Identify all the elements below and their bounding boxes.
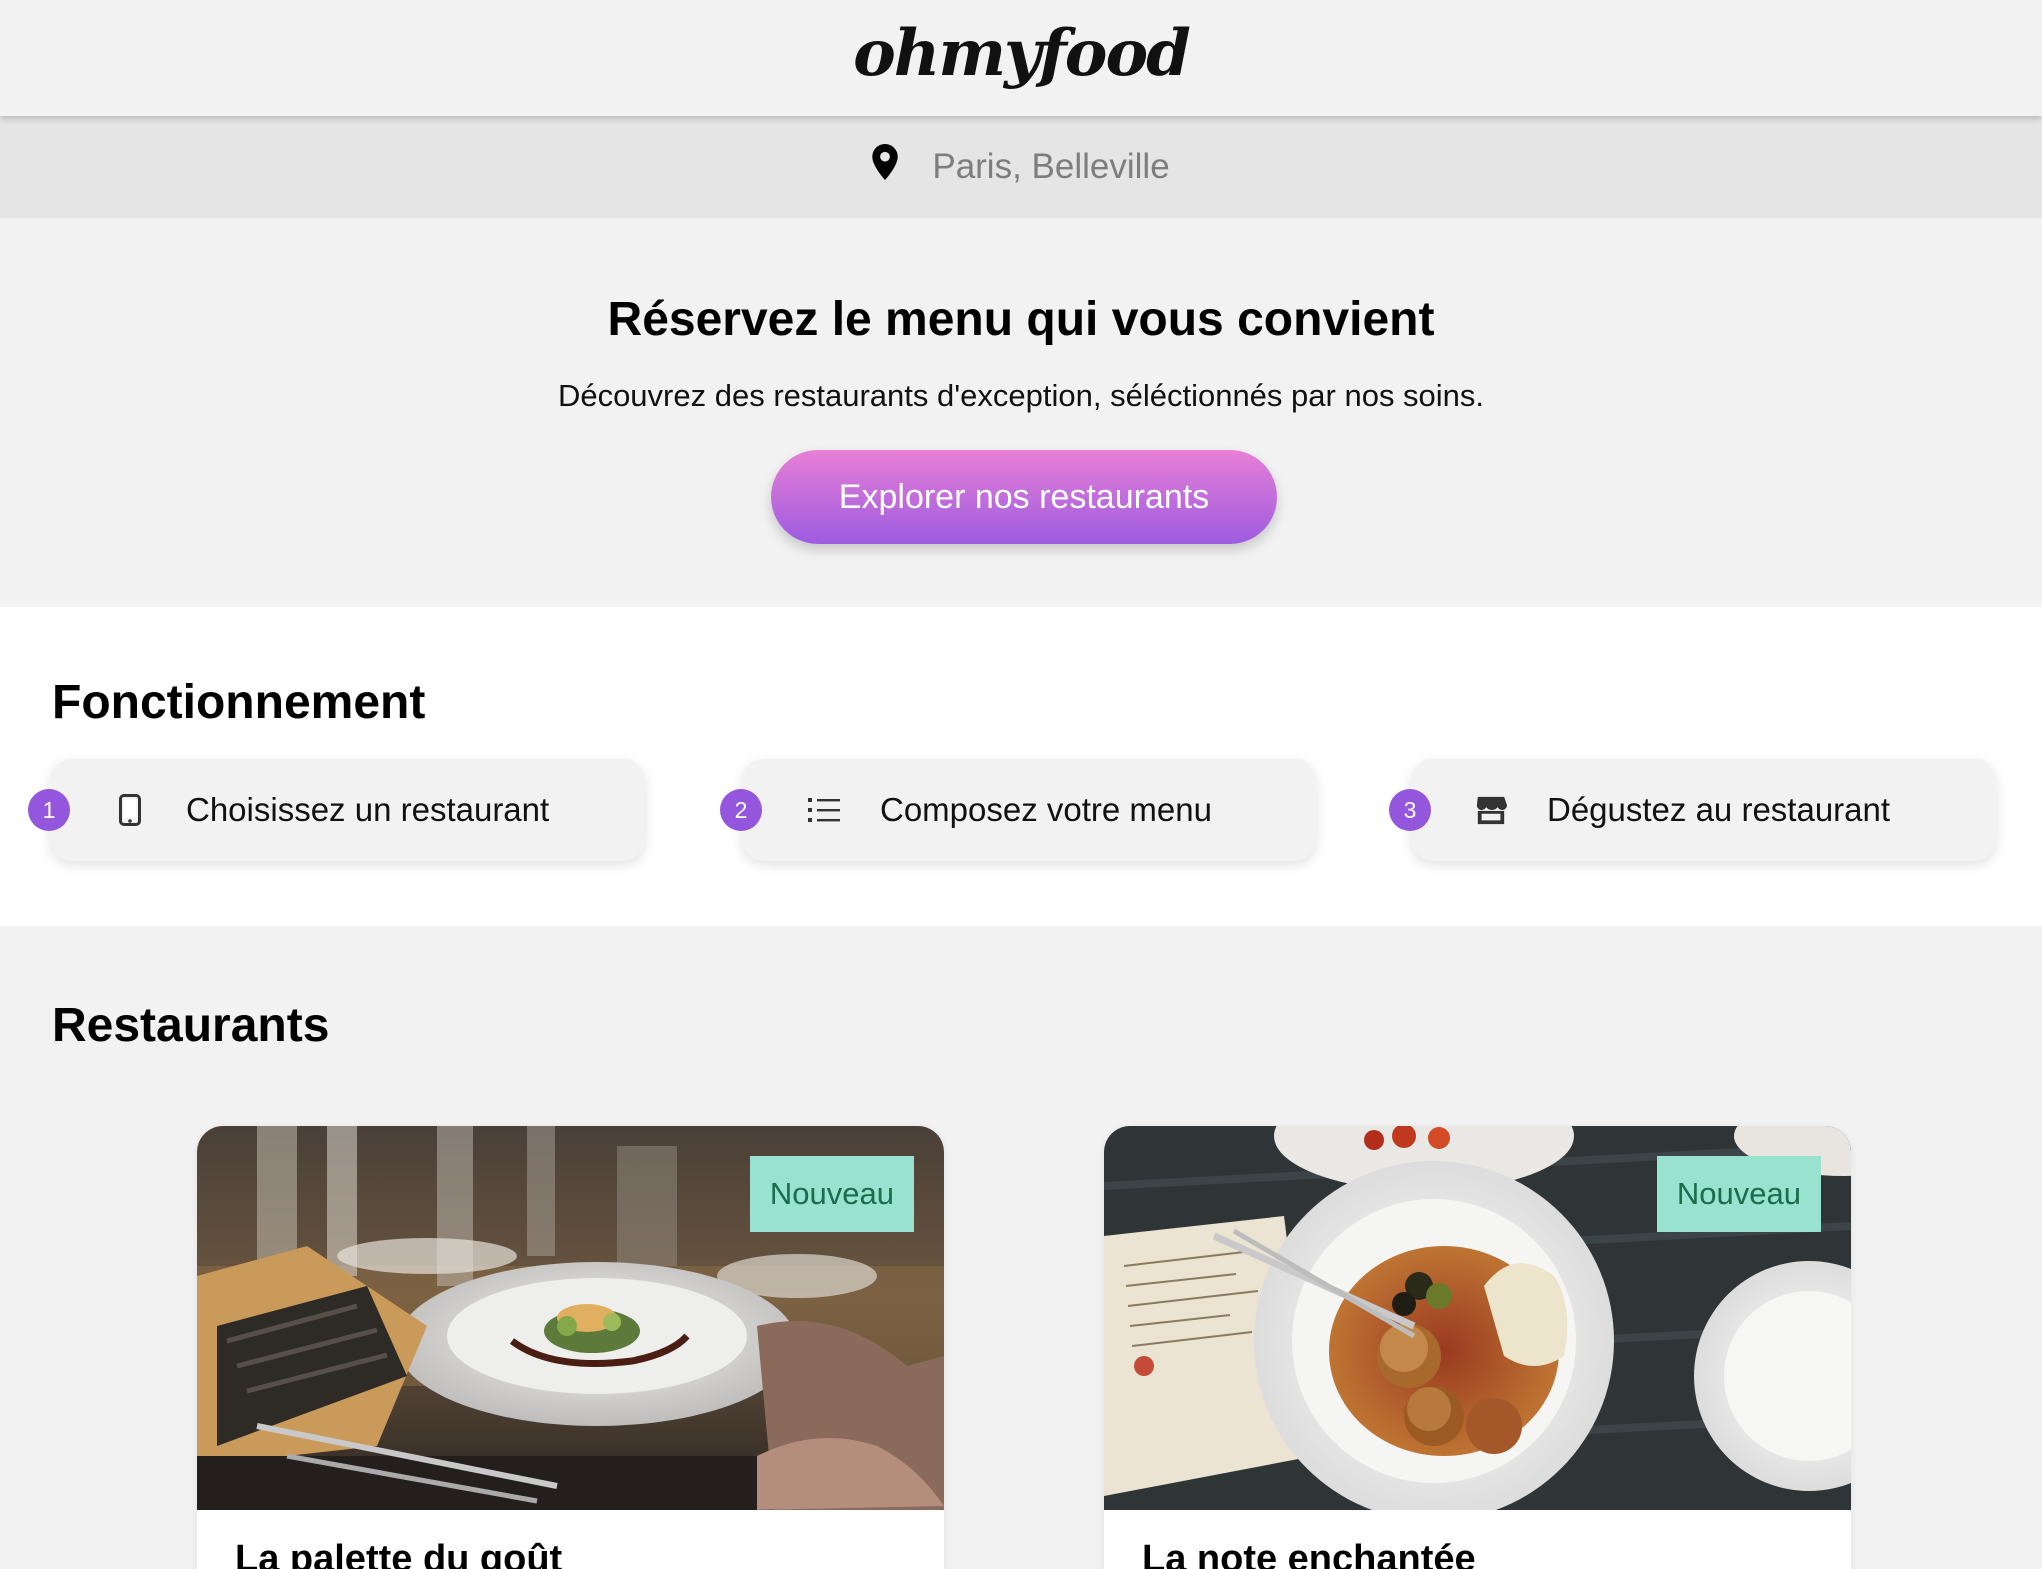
section-title-restaurants: Restaurants — [52, 999, 330, 1052]
location-bar: Paris, Belleville — [0, 116, 2042, 218]
brand-logo[interactable]: ohmyfood — [853, 22, 1191, 86]
hero-title: Réservez le menu qui vous convient — [607, 293, 1435, 346]
step-number: 2 — [720, 789, 762, 831]
location-text[interactable]: Paris, Belleville — [932, 147, 1169, 187]
map-pin-icon — [872, 144, 899, 180]
restaurant-card-1[interactable]: Nouveau La palette du goût — [197, 1126, 944, 1569]
hero-subtitle: Découvrez des restaurants d'exception, s… — [557, 378, 1485, 413]
step-card-1[interactable]: 1 Choisissez un restaurant — [28, 759, 645, 861]
new-badge: Nouveau — [749, 1156, 914, 1232]
site-header: ohmyfood — [0, 0, 2042, 116]
list-icon — [808, 794, 840, 826]
restaurants-section: Restaurants Nouveau La palette du goût N… — [0, 926, 2042, 1569]
store-icon — [1475, 794, 1507, 826]
restaurant-name: La palette du goût — [235, 1538, 563, 1569]
step-card-3[interactable]: 3 Dégustez au restaurant — [1389, 759, 1996, 861]
step-label: Choisissez un restaurant — [186, 791, 550, 828]
restaurant-name: La note enchantée — [1142, 1538, 1476, 1569]
hero-section: Réservez le menu qui vous convient Décou… — [0, 218, 2042, 607]
step-number: 3 — [1389, 789, 1431, 831]
how-it-works-section: Fonctionnement 1 Choisissez un restauran… — [0, 607, 2042, 926]
step-card-2[interactable]: 2 Composez votre menu — [720, 759, 1316, 861]
section-title-how: Fonctionnement — [52, 676, 426, 729]
explore-restaurants-button[interactable]: Explorer nos restaurants — [771, 450, 1277, 544]
mobile-phone-icon — [114, 794, 146, 826]
step-label: Dégustez au restaurant — [1547, 791, 1891, 828]
step-label: Composez votre menu — [880, 791, 1212, 828]
new-badge: Nouveau — [1656, 1156, 1821, 1232]
step-number: 1 — [28, 789, 70, 831]
restaurant-card-2[interactable]: Nouveau La note enchantée — [1104, 1126, 1851, 1569]
